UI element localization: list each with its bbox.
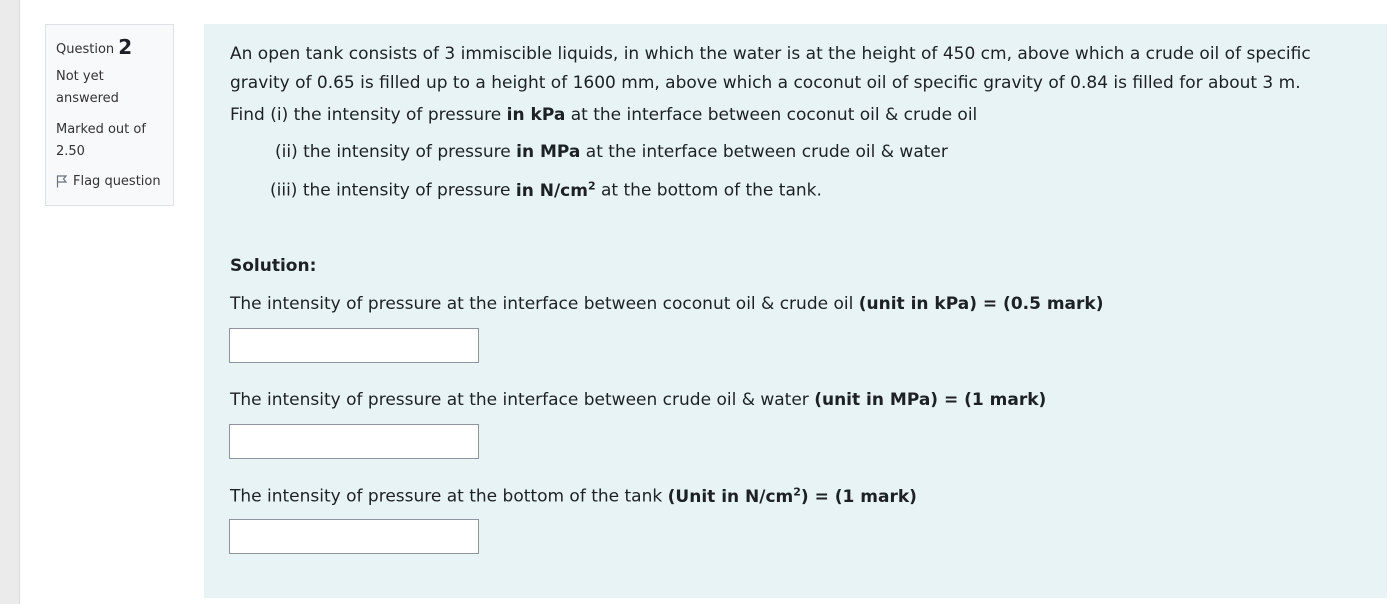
find-item-1-unit: in kPa [506,105,566,125]
solution-title: Solution: [230,256,317,276]
question-label: Question [56,42,115,57]
question-number: 2 [118,35,133,59]
answer-input-3[interactable] [229,519,479,554]
solution-question-3-sup: 2 [793,485,801,498]
question-number-label: Question 2 [56,35,163,62]
solution-question-3-text: The intensity of pressure at the bottom … [230,486,668,507]
solution-question-3-unit: (Unit in N/cm [667,486,794,507]
answer-input-1[interactable] [229,328,479,363]
question-grade: Marked out of 2.50 [56,122,146,159]
left-drawer-strip [0,0,20,604]
solution-question-2-text: The intensity of pressure at the interfa… [230,390,815,410]
flag-question-button[interactable]: Flag question [56,174,163,189]
find-item-3-text: (iii) the intensity of pressure [270,180,516,201]
find-item-2: (ii) the intensity of pressure in MPa at… [275,142,948,162]
solution-question-1-unit: (unit in kPa) = (0.5 mark) [858,294,1104,314]
solution-question-2-unit: (unit in MPa) = (1 mark) [814,390,1047,410]
solution-question-3-mark: ) = (1 mark) [800,486,917,507]
find-item-1: Find (i) the intensity of pressure in kP… [230,105,977,125]
solution-question-2: The intensity of pressure at the interfa… [230,390,1046,410]
question-content: An open tank consists of 3 immiscible li… [204,24,1387,598]
find-item-2-text: (ii) the intensity of pressure [275,142,517,162]
find-item-1-rest: at the interface between coconut oil & c… [565,105,978,125]
flag-icon [56,175,68,188]
solution-question-3: The intensity of pressure at the bottom … [230,485,917,507]
answer-input-2[interactable] [229,424,479,459]
find-item-3-unit: in N/cm [515,180,588,201]
find-item-1-text: Find (i) the intensity of pressure [230,105,507,125]
find-item-2-unit: in MPa [516,142,581,162]
find-item-3-sup: 2 [587,179,596,192]
flag-question-label: Flag question [73,174,161,189]
find-item-2-rest: at the interface between crude oil & wat… [580,142,948,162]
find-item-3: (iii) the intensity of pressure in N/cm2… [270,179,822,201]
question-state: Not yet answered [56,69,119,106]
question-intro: An open tank consists of 3 immiscible li… [230,44,1311,93]
question-info-panel: Question 2 Not yet answered Marked out o… [45,24,174,206]
solution-question-1-text: The intensity of pressure at the interfa… [230,294,859,314]
solution-question-1: The intensity of pressure at the interfa… [230,294,1104,314]
find-item-3-rest: at the bottom of the tank. [595,180,822,201]
